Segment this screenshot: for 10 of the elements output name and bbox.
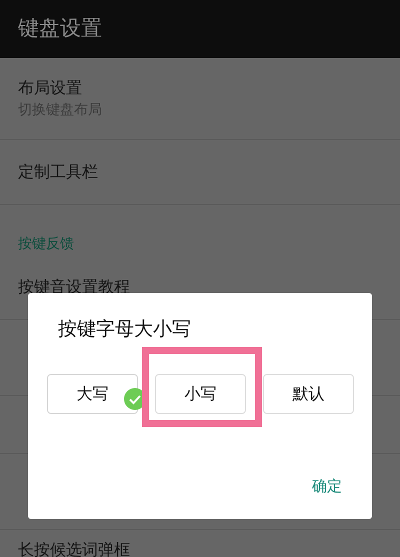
confirm-button[interactable]: 确定 <box>312 474 342 497</box>
screen-title: 键盘设置 <box>18 15 102 42</box>
option-button[interactable]: 大写 <box>47 374 138 414</box>
dialog-title: 按键字母大小写 <box>57 317 192 342</box>
option-button[interactable]: 小写 <box>155 374 246 414</box>
option-button[interactable]: 默认 <box>263 374 354 414</box>
setting-title[interactable]: 布局设置 <box>18 76 382 100</box>
setting-title[interactable]: 定制工具栏 <box>18 160 382 184</box>
setting-title[interactable]: 长按候选词弹框 <box>18 538 382 557</box>
section-header: 按键反馈 <box>18 235 75 254</box>
